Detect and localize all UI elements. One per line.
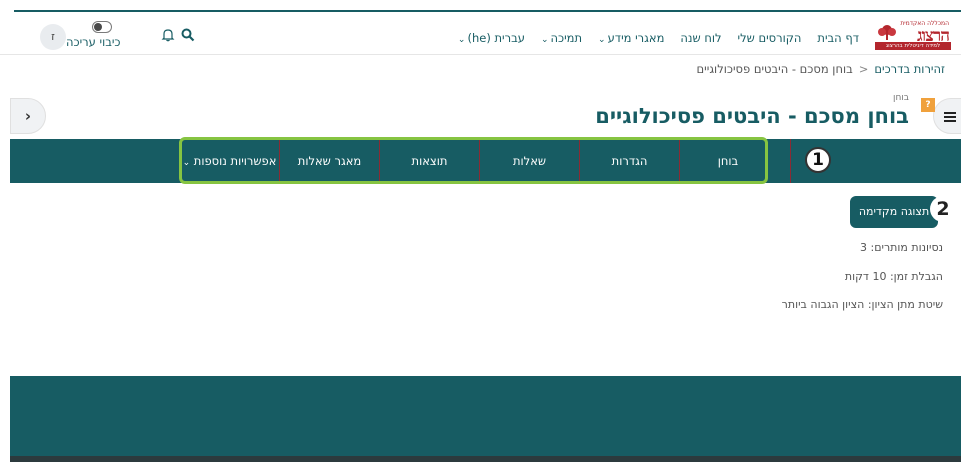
nav-label: עברית (he): [467, 31, 525, 45]
chevron-down-icon: ⌄: [598, 35, 606, 45]
nav-label: תמיכה: [550, 31, 583, 45]
preview-quiz-button[interactable]: תצוגה מקדימה: [850, 196, 938, 228]
open-block-drawer-button[interactable]: ›: [10, 98, 46, 134]
nav-label: דף הבית: [817, 31, 859, 45]
top-stripe: [0, 0, 961, 12]
chevron-down-icon: ⌄: [540, 35, 549, 45]
tab-divider: [790, 139, 791, 183]
menu-icon: [944, 112, 956, 122]
site-logo[interactable]: המכללה האקדמית הרצוג למידה דיגיטלית בהרצ…: [875, 20, 951, 52]
breadcrumb: זהירות בדרכים < בוחן מסכם - היבטים פסיכולו…: [697, 62, 945, 76]
open-course-index-button[interactable]: [933, 98, 961, 134]
toggle-knob: [94, 23, 102, 31]
nav-label: מאגרי מידע: [607, 31, 665, 45]
chevron-right-icon: ›: [24, 107, 32, 125]
attempts-allowed: נסיונות מותרים: 3: [860, 241, 943, 254]
callout-number-2: 2: [930, 196, 956, 222]
breadcrumb-separator: <: [858, 62, 869, 76]
breadcrumb-current[interactable]: בוחן מסכם - היבטים פסיכולוגיים: [697, 62, 853, 76]
edit-mode-toggle[interactable]: כיבוי עריכה: [66, 18, 121, 54]
time-limit: הגבלת זמן: 10 דקות: [844, 270, 943, 283]
nav-label: לוח שנה: [680, 31, 722, 45]
flower-icon: [878, 25, 896, 40]
toggle-switch[interactable]: [92, 21, 112, 33]
tabs-highlight-frame: [179, 137, 768, 184]
nav-my-courses[interactable]: הקורסים שלי: [738, 31, 802, 45]
edit-mode-label: כיבוי עריכה: [66, 35, 121, 49]
page-type-label: בוחן: [893, 93, 909, 103]
nav-databases[interactable]: מאגרי מידע⌄: [598, 31, 664, 45]
grading-method: שיטת מתן הציון: הציון הגבוה ביותר: [781, 298, 943, 311]
language-icon[interactable]: ז: [40, 24, 66, 50]
main-nav: דף הבית הקורסים שלי לוח שנה מאגרי מידע⌄ …: [442, 31, 859, 45]
callout-number-1: 1: [805, 147, 831, 173]
nav-label: הקורסים שלי: [737, 31, 802, 45]
footer-bottom-bar: [10, 456, 961, 462]
chevron-down-icon: ⌄: [457, 35, 466, 45]
logo-strip: למידה דיגיטלית בהרצוג: [875, 42, 951, 50]
nav-home[interactable]: דף הבית: [817, 31, 859, 45]
breadcrumb-course[interactable]: זהירות בדרכים: [874, 62, 945, 76]
page-title: בוחן מסכם - היבטים פסיכולוגיים: [595, 104, 909, 128]
quiz-type-badge: ?: [921, 98, 935, 112]
bell-icon[interactable]: [161, 28, 175, 42]
search-icon[interactable]: [181, 28, 195, 42]
nav-calendar[interactable]: לוח שנה: [680, 31, 721, 45]
page-footer: [10, 376, 961, 456]
nav-language[interactable]: עברית (he)⌄: [458, 31, 525, 45]
site-header: המכללה האקדמית הרצוג למידה דיגיטלית בהרצ…: [0, 12, 961, 54]
header-divider: [0, 54, 961, 55]
nav-support[interactable]: תמיכה⌄: [541, 31, 582, 45]
